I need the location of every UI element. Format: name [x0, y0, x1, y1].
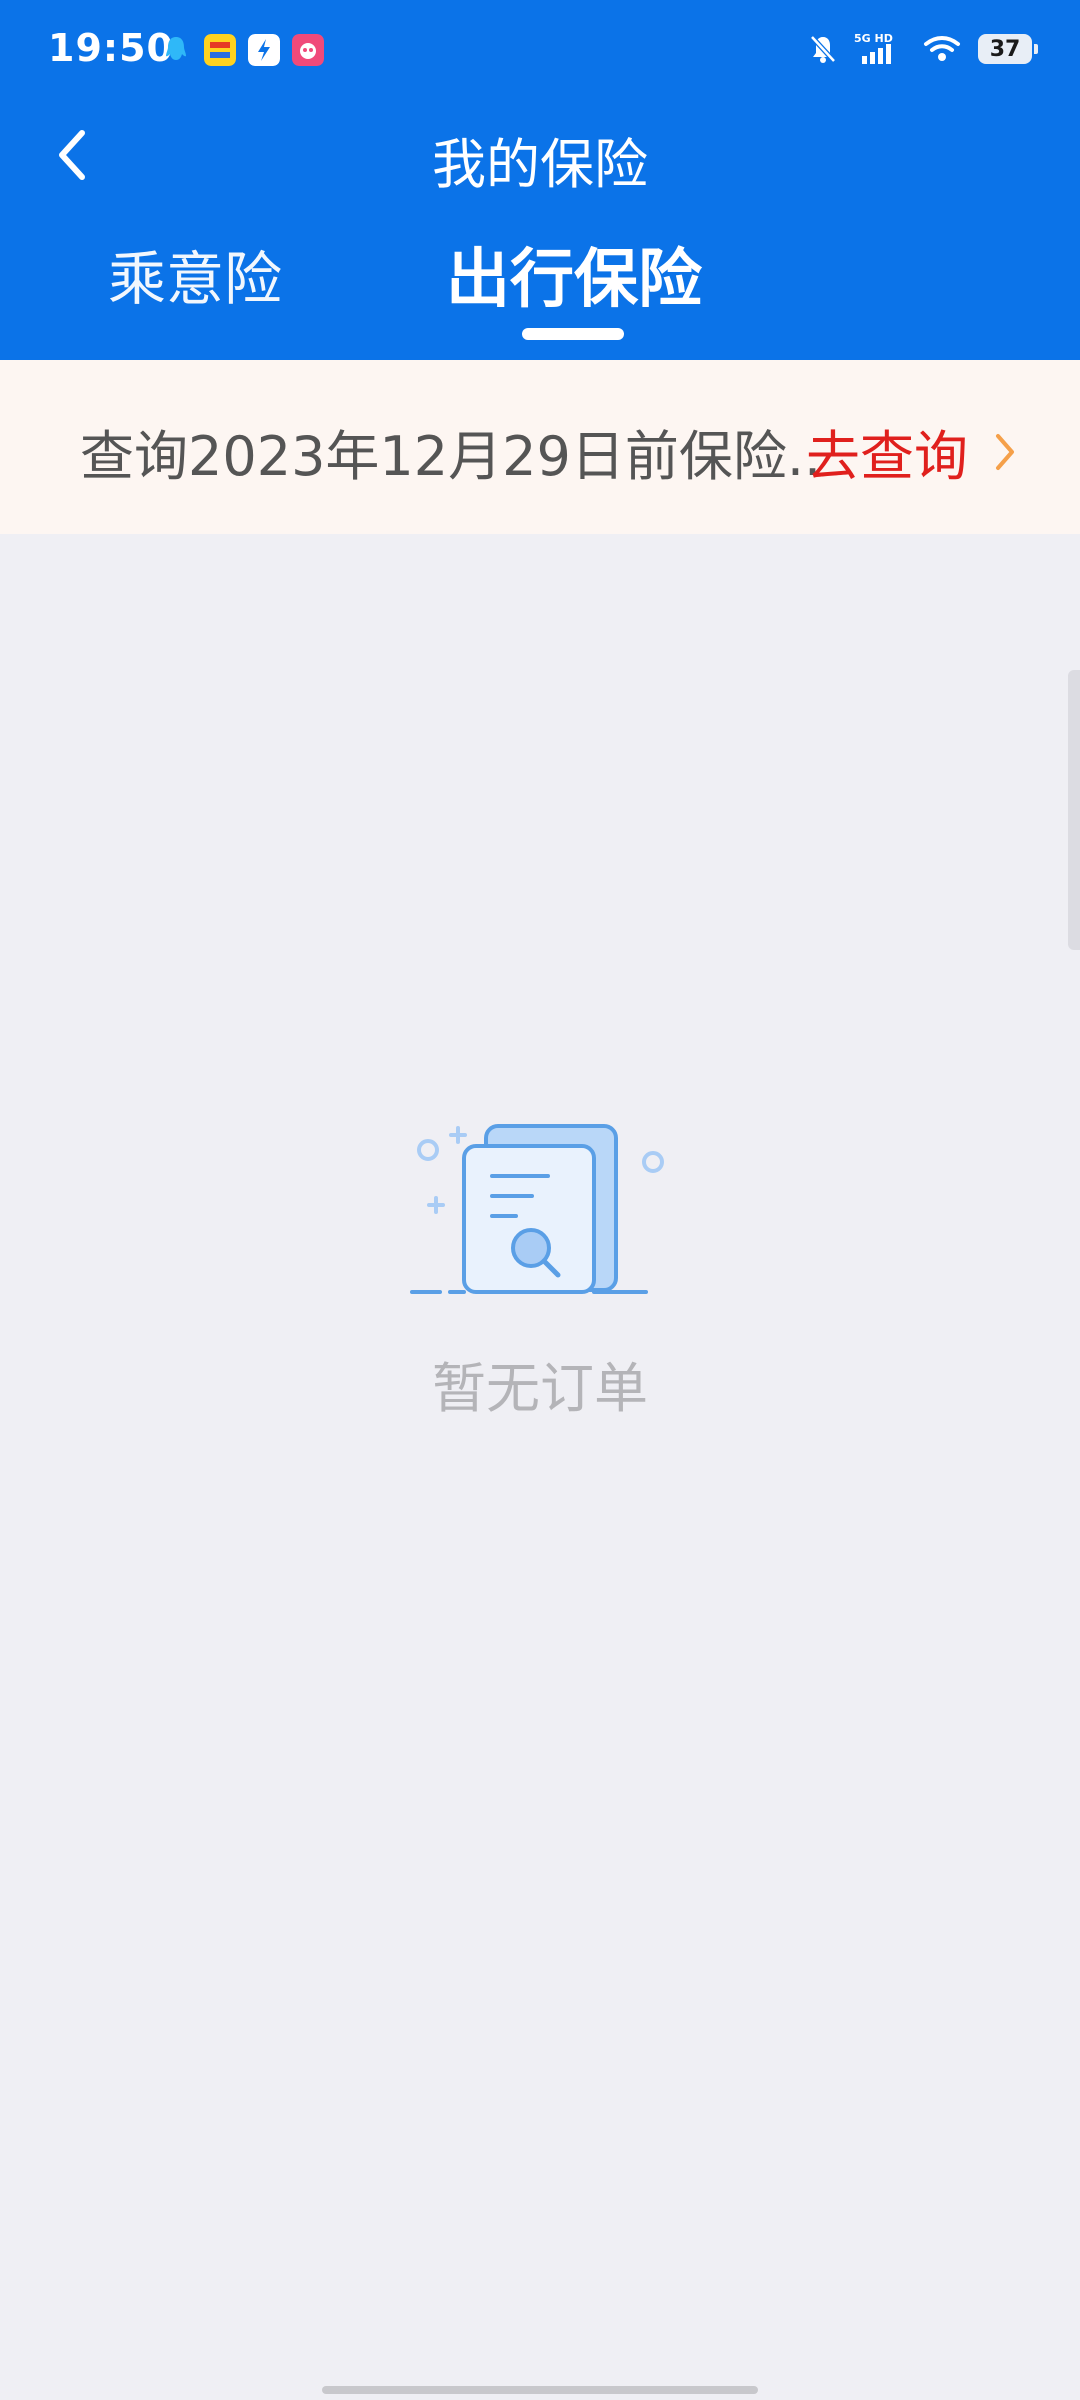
- news-app-icon: [204, 34, 236, 66]
- chevron-right-icon[interactable]: [990, 430, 1020, 474]
- page-title: 我的保险: [432, 133, 648, 196]
- qq-icon: [166, 37, 186, 60]
- scroll-indicator[interactable]: [1068, 670, 1080, 950]
- signal-icon: 5G HD: [854, 32, 893, 64]
- shopping-app-icon: [292, 34, 324, 66]
- home-indicator[interactable]: [322, 2386, 758, 2394]
- query-notice-banner[interactable]: 查询2023年12月29日前保险.. 去查询: [0, 360, 1080, 534]
- empty-state: 暂无订单: [0, 1120, 1080, 1423]
- status-bar: 19:50 5G HD 37: [0, 0, 1080, 100]
- wifi-icon: [924, 36, 960, 61]
- battery-indicator: 37: [978, 34, 1038, 64]
- svg-text:5G HD: 5G HD: [854, 32, 893, 45]
- tab-passenger-insurance[interactable]: 乘意险: [108, 232, 282, 316]
- document-search-icon: [410, 1124, 664, 1294]
- lightning-app-icon: [248, 34, 280, 66]
- app-header: 19:50 5G HD 37 我的保险 乘意险 出行保险: [0, 0, 1080, 360]
- active-tab-indicator: [522, 328, 624, 340]
- status-time: 19:50: [48, 26, 174, 70]
- query-link[interactable]: 去查询: [806, 412, 968, 491]
- mute-icon: [810, 35, 836, 63]
- notice-text: 查询2023年12月29日前保险..: [80, 425, 822, 488]
- tab-travel-insurance[interactable]: 出行保险: [446, 228, 702, 320]
- status-app-icons: [160, 34, 324, 66]
- empty-message: 暂无订单: [432, 1357, 648, 1420]
- status-indicators: 5G HD 37: [808, 32, 1038, 66]
- tab-bar: 乘意险 出行保险: [0, 232, 1080, 360]
